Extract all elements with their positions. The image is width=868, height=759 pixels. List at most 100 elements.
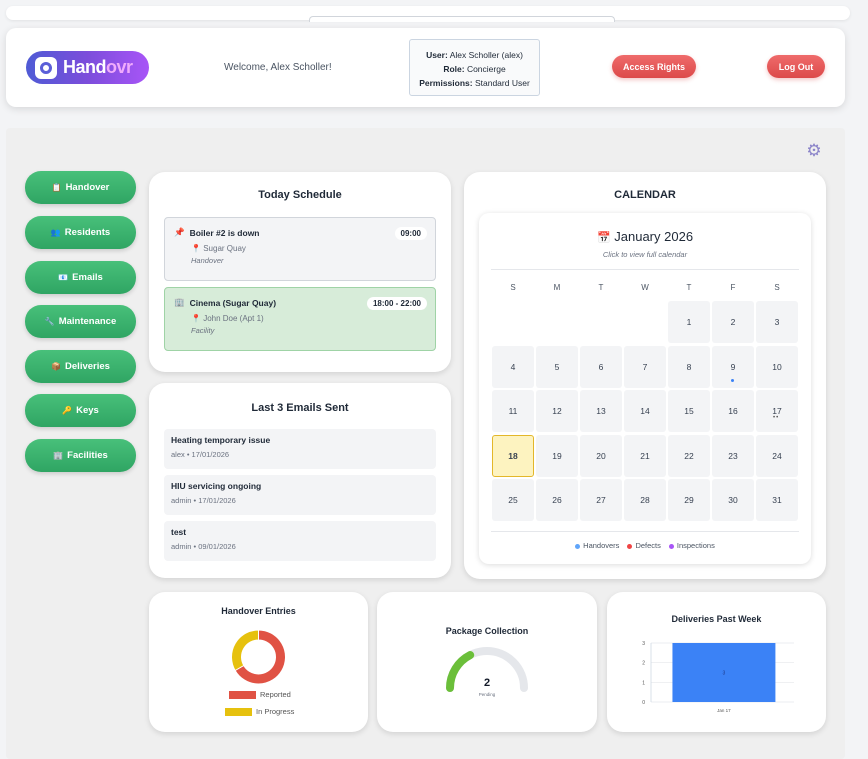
- weekday-header: T: [686, 283, 692, 292]
- schedule-event[interactable]: 🏢 Cinema (Sugar Quay) 18:00 - 22:00 📍 Joh…: [164, 287, 436, 351]
- calendar-day[interactable]: 17 ••: [756, 390, 798, 432]
- location-pin-icon: 📍: [191, 314, 201, 323]
- sidebar-item-deliveries[interactable]: 📦 Deliveries: [25, 350, 136, 383]
- residents-icon: 👥: [50, 228, 61, 237]
- pin-icon: 📌: [174, 227, 185, 237]
- email-item[interactable]: Heating temporary issue alex • 17/01/2026: [164, 429, 436, 469]
- weekday-header: T: [598, 283, 604, 292]
- weekday-header: S: [774, 283, 780, 292]
- calendar-day[interactable]: 20: [580, 434, 622, 477]
- handover-entries-card: Handover Entries Reported In Progress: [149, 592, 368, 732]
- calendar-day[interactable]: 26: [536, 479, 578, 521]
- logout-button[interactable]: Log Out: [767, 55, 825, 78]
- calendar-day[interactable]: 27: [580, 479, 622, 521]
- brand-logo[interactable]: Handovr: [26, 51, 149, 84]
- sidebar-item-emails[interactable]: 📧 Emails: [25, 261, 136, 294]
- x-tick-label: Jan 17: [717, 708, 731, 713]
- calendar-card: CALENDAR 📅 January 2026 Click to view fu…: [464, 172, 826, 579]
- location-pin-icon: 📍: [191, 244, 201, 253]
- calendar-day[interactable]: 5: [536, 345, 578, 388]
- calendar-day[interactable]: 30: [712, 479, 754, 521]
- logo-eye-icon: [35, 56, 57, 79]
- sidebar-item-label: Residents: [64, 227, 111, 238]
- handover-chart-title: Handover Entries: [221, 606, 296, 616]
- calendar-day[interactable]: 4: [492, 345, 534, 388]
- calendar-day[interactable]: 25: [492, 479, 534, 521]
- weekday-header: S: [510, 283, 516, 292]
- package-collection-card: Package Collection 2 Pending: [377, 592, 597, 732]
- gauge-label: Pending: [479, 692, 496, 697]
- calendar-day[interactable]: 14: [624, 390, 666, 432]
- keys-icon: 🔑: [62, 406, 73, 415]
- access-rights-button[interactable]: Access Rights: [612, 55, 696, 78]
- calendar-day[interactable]: 19: [536, 434, 578, 477]
- calendar-day[interactable]: 9: [712, 345, 754, 388]
- sidebar-item-facilities[interactable]: 🏢 Facilities: [25, 439, 136, 472]
- calendar-day[interactable]: 23: [712, 434, 754, 477]
- brand-name: Handovr: [63, 57, 133, 77]
- settings-gear-icon[interactable]: ⚙: [805, 142, 823, 160]
- sidebar-item-residents[interactable]: 👥 Residents: [25, 216, 136, 249]
- calendar-day[interactable]: 29: [668, 479, 710, 521]
- weekday-header: M: [553, 283, 561, 292]
- calendar-day[interactable]: 8: [668, 345, 710, 388]
- weekday-header: W: [641, 283, 649, 292]
- package-chart-title: Package Collection: [445, 626, 529, 636]
- calendar-day[interactable]: 21: [624, 434, 666, 477]
- calendar-day[interactable]: 31: [756, 479, 798, 521]
- y-tick-label: 1: [642, 680, 645, 686]
- event-time: 09:00: [394, 227, 427, 240]
- calendar-day[interactable]: 22: [668, 434, 710, 477]
- calendar-day[interactable]: 13: [580, 390, 622, 432]
- calendar-day[interactable]: 18: [492, 434, 534, 477]
- mini-calendar[interactable]: 📅 January 2026 Click to view full calend…: [479, 213, 811, 564]
- y-tick-label: 3: [642, 641, 645, 647]
- calendar-day[interactable]: 2: [712, 301, 754, 343]
- calendar-day[interactable]: 11: [492, 390, 534, 432]
- calendar-day[interactable]: 12: [536, 390, 578, 432]
- top-tab: [309, 16, 615, 22]
- sidebar-item-label: Deliveries: [65, 361, 110, 372]
- event-dots: ••: [773, 415, 780, 421]
- deliveries-bar-chart: 0 1 2 3 3 Jan 17: [642, 641, 794, 713]
- package-gauge: 2 Pending: [446, 647, 528, 697]
- event-category: Handover: [191, 256, 224, 265]
- last-emails-card: Last 3 Emails Sent Heating temporary iss…: [149, 383, 451, 578]
- calendar-month: 📅 January 2026: [596, 229, 694, 244]
- calendar-legend: Handovers Defects Inspections: [479, 541, 811, 550]
- calendar-day[interactable]: 10: [756, 345, 798, 388]
- email-item[interactable]: test admin • 09/01/2026: [164, 521, 436, 561]
- sidebar-item-label: Keys: [76, 405, 99, 416]
- sidebar-item-keys[interactable]: 🔑 Keys: [25, 394, 136, 427]
- sidebar-item-label: Facilities: [67, 450, 108, 461]
- building-icon: 🏢: [174, 297, 185, 307]
- sidebar-item-maintenance[interactable]: 🔧 Maintenance: [25, 305, 136, 338]
- calendar-icon: 📅: [596, 232, 611, 244]
- schedule-event[interactable]: 📌 Boiler #2 is down 09:00 📍 Sugar Quay Ha…: [164, 217, 436, 281]
- calendar-subtitle: Click to view full calendar: [602, 250, 688, 259]
- event-dot: [731, 378, 734, 382]
- calendar-day[interactable]: 16: [712, 390, 754, 432]
- calendar-title: CALENDAR: [614, 189, 676, 201]
- y-tick-label: 2: [642, 661, 645, 667]
- sidebar-item-label: Maintenance: [58, 316, 117, 327]
- deliveries-card: Deliveries Past Week 0 1 2 3 3 Jan 17: [607, 592, 826, 732]
- email-item[interactable]: HIU servicing ongoing admin • 17/01/2026: [164, 475, 436, 515]
- calendar-day[interactable]: 1: [668, 301, 710, 343]
- event-time: 18:00 - 22:00: [366, 297, 427, 310]
- calendar-day[interactable]: 6: [580, 345, 622, 388]
- calendar-day[interactable]: 28: [624, 479, 666, 521]
- deliveries-chart-title: Deliveries Past Week: [671, 614, 762, 624]
- welcome-text: Welcome, Alex Scholler!: [224, 62, 332, 73]
- main-area: ⚙ 📋 Handover 👥 Residents 📧 Emails 🔧 Maintenance…: [6, 128, 845, 759]
- sidebar-item-label: Emails: [72, 272, 103, 283]
- calendar-day[interactable]: 3: [756, 301, 798, 343]
- legend-reported: Reported: [229, 690, 291, 699]
- today-schedule-card: Today Schedule 📌 Boiler #2 is down 09:00 …: [149, 172, 451, 372]
- calendar-day[interactable]: 7: [624, 345, 666, 388]
- calendar-day[interactable]: 15: [668, 390, 710, 432]
- gauge-fill: [446, 651, 475, 692]
- sidebar-item-handover[interactable]: 📋 Handover: [25, 171, 136, 204]
- calendar-day[interactable]: 24: [756, 434, 798, 477]
- event-location: 📍 Sugar Quay: [191, 244, 246, 253]
